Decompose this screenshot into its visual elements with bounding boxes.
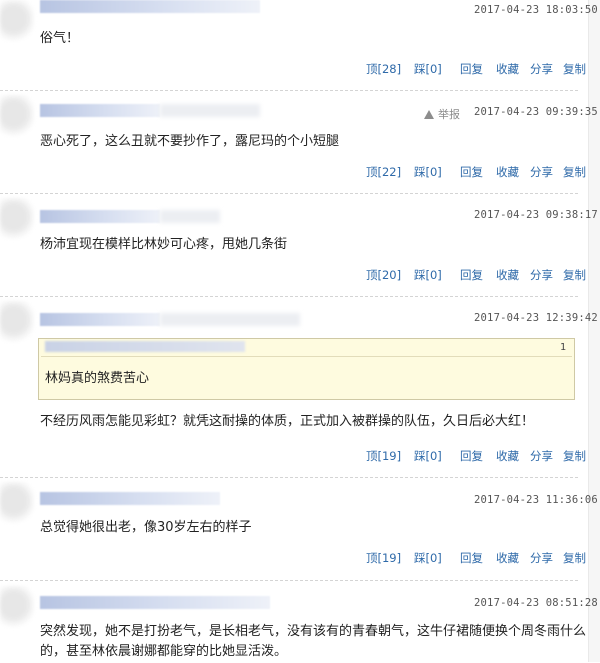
user-avatar[interactable] — [0, 301, 34, 343]
comment-actions: 顶[19] 踩[0] 回复 收藏 分享 复制 — [366, 448, 587, 464]
favorite-link[interactable]: 收藏 — [496, 164, 520, 180]
comment-timestamp: 2017-04-23 08:51:28 — [474, 597, 598, 609]
comment-text: 俗气！ — [40, 31, 80, 46]
comment-divider — [0, 580, 578, 581]
comment-divider — [0, 477, 578, 478]
comment-timestamp: 2017-04-23 12:39:42 — [474, 312, 598, 324]
copy-link[interactable]: 复制 — [563, 550, 587, 566]
user-avatar[interactable] — [0, 586, 34, 628]
copy-link[interactable]: 复制 — [563, 164, 587, 180]
reply-link[interactable]: 回复 — [460, 164, 483, 180]
username-blurred[interactable] — [40, 492, 220, 505]
username-blurred-tail — [160, 210, 220, 223]
share-link[interactable]: 分享 — [530, 164, 554, 180]
downvote-link[interactable]: 踩[0] — [414, 164, 454, 180]
quoted-reply-box: 1 林妈真的煞费苦心 — [38, 338, 575, 400]
upvote-link[interactable]: 顶[22] — [366, 164, 406, 180]
upvote-link[interactable]: 顶[19] — [366, 550, 406, 566]
user-avatar[interactable] — [0, 198, 34, 240]
upvote-link[interactable]: 顶[28] — [366, 61, 406, 77]
user-avatar[interactable] — [0, 482, 34, 524]
quote-floor-number: 1 — [559, 342, 566, 353]
share-link[interactable]: 分享 — [530, 267, 554, 283]
username-blurred-tail — [160, 104, 260, 117]
page-scroll-edge — [588, 0, 600, 662]
username-blurred[interactable] — [40, 0, 260, 13]
reply-link[interactable]: 回复 — [460, 448, 483, 464]
user-avatar[interactable] — [0, 95, 34, 137]
username-blurred[interactable] — [40, 210, 160, 223]
comment-divider — [0, 90, 578, 91]
quote-separator — [41, 356, 572, 357]
comment-actions: 顶[22] 踩[0] 回复 收藏 分享 复制 — [366, 164, 587, 180]
username-blurred[interactable] — [40, 313, 160, 326]
user-avatar[interactable] — [0, 0, 34, 42]
username-blurred-tail — [160, 313, 300, 326]
comment-actions: 顶[19] 踩[0] 回复 收藏 分享 复制 — [366, 550, 587, 566]
comment-timestamp: 2017-04-23 18:03:50 — [474, 4, 598, 16]
comment-text: 恶心死了，这么丑就不要抄作了，露尼玛的个小短腿 — [40, 134, 340, 149]
warning-icon — [424, 110, 434, 119]
copy-link[interactable]: 复制 — [563, 267, 587, 283]
comment-divider — [0, 296, 578, 297]
share-link[interactable]: 分享 — [530, 448, 554, 464]
comment-timestamp: 2017-04-23 09:38:17 — [474, 209, 598, 221]
comment-text-line-2: 的，甚至林依晨谢娜都能穿的比她显活泼。 — [40, 644, 288, 659]
favorite-link[interactable]: 收藏 — [496, 448, 520, 464]
comment-actions: 顶[28] 踩[0] 回复 收藏 分享 复制 — [366, 61, 587, 77]
upvote-link[interactable]: 顶[20] — [366, 267, 406, 283]
comment-text: 总觉得她很出老，像30岁左右的样子 — [40, 520, 252, 535]
share-link[interactable]: 分享 — [530, 61, 554, 77]
copy-link[interactable]: 复制 — [563, 448, 587, 464]
downvote-link[interactable]: 踩[0] — [414, 61, 454, 77]
downvote-link[interactable]: 踩[0] — [414, 448, 454, 464]
comment-text: 杨沛宜现在模样比林妙可心疼，甩她几条街 — [40, 237, 288, 252]
downvote-link[interactable]: 踩[0] — [414, 267, 454, 283]
reply-link[interactable]: 回复 — [460, 267, 483, 283]
comment-divider — [0, 193, 578, 194]
comment-actions: 顶[20] 踩[0] 回复 收藏 分享 复制 — [366, 267, 587, 283]
favorite-link[interactable]: 收藏 — [496, 267, 520, 283]
favorite-link[interactable]: 收藏 — [496, 61, 520, 77]
comment-timestamp: 2017-04-23 09:39:35 — [474, 106, 598, 118]
upvote-link[interactable]: 顶[19] — [366, 448, 406, 464]
downvote-link[interactable]: 踩[0] — [414, 550, 454, 566]
favorite-link[interactable]: 收藏 — [496, 550, 520, 566]
reply-link[interactable]: 回复 — [460, 550, 483, 566]
share-link[interactable]: 分享 — [530, 550, 554, 566]
reply-link[interactable]: 回复 — [460, 61, 483, 77]
username-blurred[interactable] — [40, 104, 160, 117]
copy-link[interactable]: 复制 — [563, 61, 587, 77]
quoted-text: 林妈真的煞费苦心 — [45, 371, 150, 386]
comment-text: 不经历风雨怎能见彩虹？就凭这耐操的体质，正式加入被群操的队伍，久日后必大红！ — [40, 414, 535, 429]
comment-timestamp: 2017-04-23 11:36:06 — [474, 494, 598, 506]
report-link[interactable]: 举报 — [424, 106, 460, 122]
quoted-username-blurred — [45, 341, 245, 352]
username-blurred[interactable] — [40, 596, 270, 609]
